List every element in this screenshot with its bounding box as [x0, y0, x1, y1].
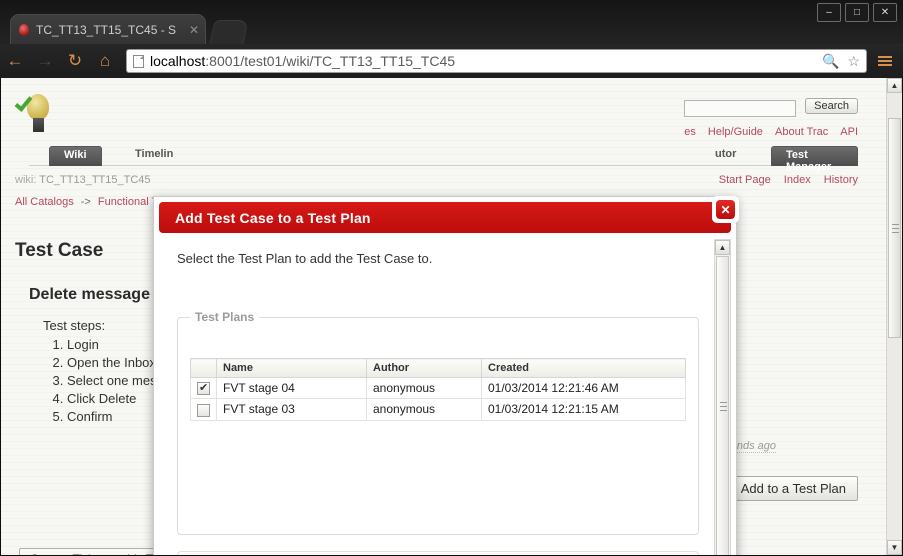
add-test-case-dialog: Add Test Case to a Test Plan ✕ Select th…	[153, 196, 739, 555]
url-host: localhost	[150, 53, 206, 69]
scroll-up-icon[interactable]: ▲	[715, 240, 730, 255]
browser-tab-active[interactable]: TC_TT13_TT15_TC45 - S ✕	[10, 14, 206, 44]
wiki-path: wiki: TC_TT13_TT15_TC45	[15, 174, 151, 186]
page-scrollbar-thumb[interactable]	[888, 118, 901, 338]
test-steps-list: Login Open the Inbox Select one messa Cl…	[45, 336, 170, 426]
test-plans-table: Name Author Created FVT stage 04 anonymo…	[190, 358, 686, 421]
main-nav-tabs: Wiki Timelin utor Test Manager	[29, 146, 858, 173]
row-checkbox-cell[interactable]	[190, 398, 217, 421]
browser-titlebar: TC_TT13_TT15_TC45 - S ✕ – □ ✕	[0, 0, 903, 44]
browser-tab-title: TC_TT13_TT15_TC45 - S	[36, 22, 177, 37]
test-case-title: Delete message	[29, 286, 150, 303]
dialog-button-bar: Add to Test Plan Cancel	[177, 551, 699, 555]
column-header-created: Created	[481, 358, 686, 378]
url-path: :8001/test01/wiki/TC_TT13_TT15_TC45	[205, 53, 456, 69]
metanav-item-about-trac[interactable]: About Trac	[775, 126, 828, 138]
tab-timeline[interactable]: Timelin	[121, 146, 187, 166]
wiki-path-prefix: wiki:	[15, 174, 37, 186]
browser-window: TC_TT13_TT15_TC45 - S ✕ – □ ✕ ← → ↻ ⌂ lo…	[0, 0, 903, 556]
breadcrumb-root[interactable]: All Catalogs	[15, 196, 74, 208]
search-input[interactable]	[684, 100, 796, 117]
column-header-name: Name	[216, 358, 367, 378]
row-checkbox[interactable]	[197, 381, 210, 396]
row-checkbox-cell[interactable]	[190, 376, 217, 400]
page-scrollbar[interactable]: ▲ ▼	[886, 78, 902, 555]
metanav-item-api[interactable]: API	[840, 126, 858, 138]
maximize-button[interactable]: □	[845, 3, 869, 22]
table-row[interactable]: FVT stage 03 anonymous 01/03/2014 12:21:…	[190, 398, 686, 421]
row-name: FVT stage 04	[216, 376, 367, 400]
row-created: 01/03/2014 12:21:46 AM	[481, 376, 686, 400]
test-plans-fieldset: Test Plans Name Author Created ✔ FVT sta…	[177, 310, 699, 535]
column-header-author: Author	[366, 358, 482, 378]
url-text: localhost:8001/test01/wiki/TC_TT13_TT15_…	[150, 53, 455, 69]
home-icon[interactable]: ⌂	[90, 46, 120, 76]
scroll-up-icon[interactable]: ▲	[887, 78, 902, 93]
ctxnav-start-page[interactable]: Start Page	[719, 174, 771, 186]
address-bar[interactable]: localhost:8001/test01/wiki/TC_TT13_TT15_…	[126, 49, 867, 73]
row-name: FVT stage 03	[216, 398, 367, 421]
tab-test-manager[interactable]: Test Manager	[771, 146, 858, 173]
page-viewport: Search es Help/Guide About Trac API Wiki…	[1, 78, 902, 555]
column-header-select	[190, 358, 217, 378]
forward-icon[interactable]: →	[30, 46, 60, 76]
row-author: anonymous	[366, 376, 482, 400]
new-tab-button[interactable]	[209, 20, 249, 44]
ctxnav-history[interactable]: History	[824, 174, 858, 186]
dialog-close-button[interactable]: ✕	[712, 196, 739, 223]
back-icon[interactable]: ←	[0, 46, 30, 76]
tab-wiki[interactable]: Wiki	[49, 146, 102, 166]
tab-tutor[interactable]: utor	[701, 146, 750, 166]
add-to-a-test-plan-button[interactable]: Add to a Test Plan	[728, 476, 858, 501]
open-ticket-button[interactable]: Open a Ticket on this Te	[19, 548, 170, 555]
trac-favicon	[17, 23, 31, 37]
row-author: anonymous	[366, 398, 482, 421]
tab-strip: TC_TT13_TT15_TC45 - S ✕	[0, 14, 903, 44]
dialog-scrollbar[interactable]: ▲ ▼	[714, 239, 731, 555]
dialog-title: Add Test Case to a Test Plan	[175, 209, 371, 226]
browser-navigation-bar: ← → ↻ ⌂ localhost:8001/test01/wiki/TC_TT…	[0, 44, 903, 78]
reload-icon[interactable]: ↻	[60, 46, 90, 76]
row-checkbox[interactable]	[197, 403, 210, 417]
metanav-item-0[interactable]: es	[684, 126, 696, 138]
search-icon[interactable]: 🔍	[822, 53, 839, 70]
trac-logo	[13, 92, 59, 138]
dialog-instruction: Select the Test Plan to add the Test Cas…	[177, 251, 433, 266]
table-row[interactable]: FVT stage 04 anonymous 01/03/2014 12:21:…	[190, 376, 686, 400]
context-nav: Start Page Index History	[709, 174, 858, 186]
metanav-item-help-guide[interactable]: Help/Guide	[708, 126, 763, 138]
search-button[interactable]: Search	[805, 98, 858, 114]
window-controls: – □ ✕	[817, 3, 897, 22]
test-steps-label: Test steps:	[43, 318, 106, 333]
row-created: 01/03/2014 12:21:15 AM	[481, 398, 686, 421]
ctxnav-index[interactable]: Index	[784, 174, 811, 186]
browser-menu-icon[interactable]	[873, 51, 897, 71]
test-plans-legend: Test Plans	[190, 310, 260, 324]
close-icon: ✕	[716, 200, 735, 219]
scroll-down-icon[interactable]: ▼	[887, 540, 902, 555]
table-header-row: Name Author Created	[190, 358, 686, 378]
page-icon	[133, 54, 144, 68]
dialog-header: Add Test Case to a Test Plan ✕	[159, 196, 739, 233]
close-icon[interactable]: ✕	[189, 23, 199, 37]
breadcrumb: All Catalogs -> Functional Tes	[15, 196, 169, 208]
wiki-path-name: TC_TT13_TT15_TC45	[39, 174, 151, 186]
bookmark-star-icon[interactable]: ☆	[847, 53, 860, 70]
metanav: es Help/Guide About Trac API	[675, 126, 858, 138]
dialog-body: Select the Test Plan to add the Test Cas…	[159, 239, 715, 555]
breadcrumb-separator: ->	[80, 196, 91, 208]
page-title: Test Case	[15, 240, 104, 261]
close-button[interactable]: ✕	[873, 3, 897, 22]
minimize-button[interactable]: –	[817, 3, 841, 22]
dialog-scrollbar-thumb[interactable]	[716, 256, 729, 555]
